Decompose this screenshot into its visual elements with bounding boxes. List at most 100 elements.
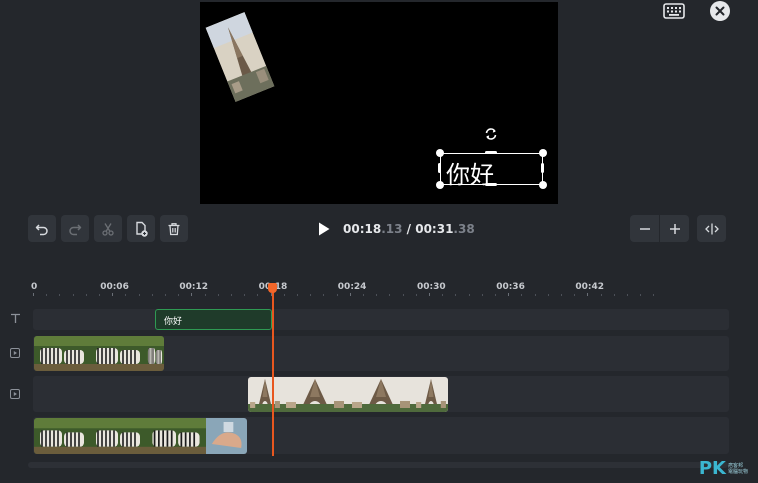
close-button[interactable] bbox=[710, 1, 730, 21]
ruler-minor-tick bbox=[231, 294, 232, 296]
ruler-label: 0 bbox=[31, 282, 38, 292]
ruler-minor-tick bbox=[125, 294, 127, 296]
zoom-out-button[interactable] bbox=[630, 215, 659, 242]
video-clip-zebras-1[interactable] bbox=[34, 336, 164, 371]
ruler-minor-tick bbox=[547, 294, 549, 296]
ruler-minor-tick bbox=[468, 294, 470, 296]
ruler-minor-tick bbox=[178, 294, 180, 296]
clip-thumbnail-frame bbox=[206, 418, 247, 454]
timecode-display: 00:18.13 / 00:31.38 bbox=[343, 222, 475, 236]
play-icon bbox=[319, 222, 330, 236]
text-overlay-box[interactable]: 你好 bbox=[440, 153, 543, 189]
clip-thumbnail-frame bbox=[146, 418, 206, 454]
text-track[interactable] bbox=[33, 309, 729, 330]
ruler-minor-tick bbox=[561, 294, 562, 296]
ruler-minor-tick bbox=[336, 294, 338, 296]
ruler-minor-tick bbox=[389, 294, 391, 296]
playhead-line bbox=[272, 290, 274, 456]
trash-icon bbox=[168, 222, 180, 235]
ruler-label: 00:24 bbox=[337, 282, 367, 292]
time-separator: / bbox=[402, 222, 416, 236]
ruler-minor-tick bbox=[613, 294, 615, 296]
clip-thumbnail-frame bbox=[90, 418, 146, 454]
ruler-major-tick bbox=[508, 293, 510, 296]
clip-thumbnail-frame bbox=[146, 336, 164, 371]
playhead-handle[interactable] bbox=[268, 283, 277, 293]
timeline-scrollbar[interactable] bbox=[28, 462, 728, 468]
clip-thumbnail-frame bbox=[34, 418, 90, 454]
ruler-minor-tick bbox=[323, 294, 325, 296]
play-button[interactable] bbox=[316, 221, 332, 237]
ruler-minor-tick bbox=[310, 294, 312, 296]
ruler-minor-tick bbox=[481, 294, 483, 296]
redo-button[interactable] bbox=[61, 215, 89, 242]
fit-timeline-icon bbox=[704, 223, 719, 234]
ruler-label: 00:30 bbox=[417, 282, 446, 292]
delete-button[interactable] bbox=[160, 215, 188, 242]
ruler-minor-tick bbox=[257, 294, 259, 296]
timeline-ruler[interactable]: 000:0600:1200:1800:2400:3000:3600:42 bbox=[28, 278, 728, 298]
ruler-minor-tick bbox=[455, 294, 457, 296]
total-time-fraction: .38 bbox=[453, 222, 475, 236]
ruler-minor-tick bbox=[640, 294, 642, 296]
resize-handle-left[interactable] bbox=[438, 163, 441, 173]
keyboard-shortcuts-button[interactable] bbox=[662, 2, 686, 20]
plus-icon bbox=[669, 223, 680, 234]
scissors-icon bbox=[102, 222, 114, 236]
watermark-logo: PK 痞客邦 電腦玩物 bbox=[699, 458, 748, 479]
ruler-label: 00:12 bbox=[179, 282, 209, 292]
resize-handle-right[interactable] bbox=[541, 163, 544, 173]
ruler-minor-tick bbox=[151, 294, 153, 296]
resize-handle-bottom[interactable] bbox=[485, 183, 497, 186]
clip-thumbnail-frame bbox=[282, 377, 348, 412]
ruler-minor-tick bbox=[534, 294, 536, 296]
ruler-minor-tick bbox=[72, 294, 74, 296]
undo-icon bbox=[35, 223, 48, 235]
text-clip[interactable]: 你好 bbox=[155, 309, 272, 330]
close-icon bbox=[715, 6, 725, 16]
ruler-minor-tick bbox=[521, 294, 523, 296]
ruler-minor-tick bbox=[244, 294, 246, 296]
ruler-minor-tick bbox=[442, 294, 444, 296]
undo-button[interactable] bbox=[28, 215, 56, 242]
resize-handle-top-left[interactable] bbox=[436, 149, 444, 157]
watermark-line2: 電腦玩物 bbox=[727, 468, 748, 475]
current-time-fraction: .13 bbox=[381, 222, 403, 236]
resize-handle-bottom-left[interactable] bbox=[436, 181, 444, 189]
video-track-2-icon bbox=[10, 389, 20, 399]
ruler-major-tick bbox=[33, 293, 34, 296]
resize-handle-top-right[interactable] bbox=[539, 149, 547, 157]
ruler-minor-tick bbox=[627, 294, 628, 296]
video-clip-zebras-2[interactable] bbox=[34, 418, 247, 454]
total-time: 00:31 bbox=[415, 222, 454, 236]
clip-thumbnail-frame bbox=[34, 336, 90, 371]
clip-thumbnail-frame bbox=[348, 377, 414, 412]
ruler-minor-tick bbox=[138, 294, 140, 296]
rotate-handle-icon[interactable] bbox=[484, 127, 498, 141]
keyboard-icon bbox=[663, 3, 685, 19]
fit-timeline-button[interactable] bbox=[697, 215, 726, 242]
clip-thumbnail-frame bbox=[414, 377, 448, 412]
ruler-minor-tick bbox=[495, 294, 496, 296]
video-clip-eiffel[interactable] bbox=[248, 377, 448, 412]
ruler-label: 00:36 bbox=[496, 282, 525, 292]
ruler-minor-tick bbox=[653, 294, 655, 296]
zoom-in-button[interactable] bbox=[660, 215, 689, 242]
resize-handle-top[interactable] bbox=[485, 151, 497, 154]
ruler-minor-tick bbox=[165, 294, 166, 296]
duplicate-button[interactable] bbox=[127, 215, 155, 242]
resize-handle-bottom-right[interactable] bbox=[539, 181, 547, 189]
clip-thumbnail-frame bbox=[248, 377, 282, 412]
ruler-major-tick bbox=[349, 293, 351, 296]
ruler-minor-tick bbox=[59, 294, 61, 296]
split-button[interactable] bbox=[94, 215, 122, 242]
ruler-minor-tick bbox=[217, 294, 219, 296]
video-track-1-icon bbox=[10, 348, 20, 358]
ruler-minor-tick bbox=[204, 294, 206, 296]
ruler-minor-tick bbox=[574, 294, 576, 296]
ruler-minor-tick bbox=[283, 294, 285, 296]
duplicate-icon bbox=[136, 221, 148, 237]
ruler-minor-tick bbox=[415, 294, 417, 296]
clip-thumbnail-frame bbox=[90, 336, 146, 371]
ruler-minor-tick bbox=[85, 294, 87, 296]
